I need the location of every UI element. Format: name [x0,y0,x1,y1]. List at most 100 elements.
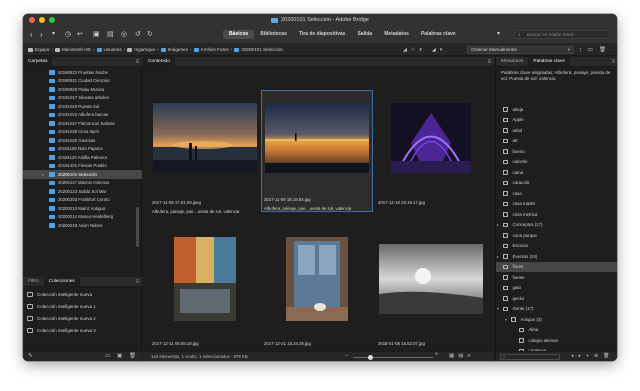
keyword-checkbox[interactable] [503,285,508,290]
keyword-checkbox[interactable] [503,117,508,122]
keyword-checkbox[interactable] [503,191,508,196]
boomerang-icon[interactable]: ↩ [77,29,83,40]
forward-icon[interactable]: › [40,29,43,40]
workspace-tab-salida[interactable]: Salida [351,30,378,39]
keyword-item[interactable]: casa madre [496,199,617,210]
trash-icon[interactable]: 🗑︎ [129,353,136,359]
keyword-item[interactable]: abeja [496,104,617,115]
thumbnail-item[interactable]: 2017-12-11 09.59.18.jpg [149,234,261,346]
keyword-checkbox[interactable] [503,159,508,164]
thumbnail-item-selected[interactable]: 2017-11-09 18.19.54.jpg Albufera, paisaj… [261,90,373,212]
thumbnail-image[interactable] [149,93,261,183]
breadcrumb-current[interactable]: 20200101 Seleccion [234,47,283,52]
new-folder-icon[interactable]: ▭ [588,46,593,54]
tab-filtro[interactable]: Filtro [23,277,44,286]
workspace-tab-metadatos[interactable]: Metadatos [378,30,415,39]
keyword-checkbox[interactable] [503,107,508,112]
folder-item[interactable]: 20190823 Pruebas Noche [23,68,142,77]
keyword-checkbox[interactable] [503,264,508,269]
rating-filter-icon[interactable]: ☆ [411,47,415,53]
keyword-item[interactable]: cinta metrica [496,209,617,220]
collection-item[interactable]: Colección inteligente nueva [23,288,142,300]
folder-item[interactable]: 20200218 Avion Nubes [23,221,142,230]
thumbnail-image[interactable] [375,234,487,324]
breadcrumb-user[interactable]: mgarrique [127,47,155,52]
keyword-item[interactable]: calcetin [496,157,617,168]
keyword-item[interactable]: ▸ Eventos (24) [496,251,617,262]
folder-item[interactable]: 20200123 Salida Sol Mar [23,187,142,196]
back-icon[interactable]: ‹ [30,29,33,40]
keyword-item[interactable]: gecko [496,293,617,304]
tab-palabras-clave[interactable]: Palabras clave [528,57,570,66]
folder-item[interactable]: 20191120 Ardilla Palmera [23,153,142,162]
rotate-right-icon[interactable]: ↻ [147,29,153,40]
chevron-down-icon[interactable]: ▾ [440,47,443,53]
edit-icon[interactable]: ✎ [28,353,33,359]
thumbnail-item[interactable]: 2017-12-21 15.24.25.jpg [261,234,373,346]
workspace-tab-basicos[interactable]: Básicos [223,30,255,39]
folder-item[interactable]: 20190921 Ciudad Ciencias [23,77,142,86]
trash-icon[interactable]: 🗑︎ [599,46,606,54]
keyword-checkbox[interactable] [503,128,508,133]
details-view-icon[interactable]: ▤ [458,353,463,359]
keyword-item[interactable]: colegio aleman [496,335,617,346]
keyword-checkbox[interactable] [503,149,508,154]
new-keyword-icon[interactable]: + [586,353,589,359]
folder-scrollbar[interactable] [136,207,139,247]
folder-item[interactable]: 20200214 Museo Heidelberg [23,213,142,222]
keyword-item[interactable]: cuna parque [496,230,617,241]
keyword-checkbox[interactable] [503,222,508,227]
history-icon[interactable]: ◷ [65,29,71,40]
new-collection-icon[interactable]: ▭ [105,353,110,359]
previous-icon[interactable]: ◂ [571,353,574,359]
expand-icon[interactable]: ▸ [497,222,499,227]
new-smart-collection-icon[interactable]: ▣ [117,353,122,359]
keyword-checkbox[interactable] [503,254,508,259]
keyword-item[interactable]: cama [496,167,617,178]
workspace-menu-icon[interactable]: ▾ [497,29,500,40]
keyword-checkbox[interactable] [503,306,508,311]
breadcrumb-archivo-fotos[interactable]: Archivo Fotos [193,47,229,52]
keyword-item[interactable]: flores [496,261,617,272]
filter-icon[interactable]: ◢ [432,47,436,53]
trash-icon[interactable]: 🗑︎ [603,353,609,359]
folder-item[interactable]: 20190929 Palau Musica [23,85,142,94]
sort-direction-icon[interactable]: ↑ [579,46,582,54]
workspace-tab-tira[interactable]: Tira de diapositivas [293,30,352,39]
panel-menu-icon[interactable]: ≡ [135,57,139,67]
new-subkeyword-icon[interactable]: ⊕ [594,353,598,359]
keyword-item[interactable]: Alina [496,325,617,336]
thumbnail-item[interactable]: 2017-11-09 17.51.09.jpeg Albufera, paisa… [149,93,261,214]
folder-item[interactable]: 20200210 Mainz Antiguo [23,204,142,213]
minimize-window-button[interactable] [39,17,45,23]
folder-item[interactable]: 20191030 Gaviotas [23,136,142,145]
expand-icon[interactable]: ▸ [42,172,44,177]
keyword-item[interactable]: Apple [496,115,617,126]
zoom-window-button[interactable] [49,17,55,23]
keyword-checkbox[interactable] [503,201,508,206]
stock-search-input[interactable]: ⌕ Buscar en Adobe Stock [514,30,610,39]
refine-icon[interactable]: ▤ [107,29,114,40]
thumbnail-image[interactable] [375,93,487,183]
expand-icon[interactable]: ▾ [497,306,499,311]
breadcrumb-usuarios[interactable]: Usuarios [96,47,122,52]
open-in-camera-raw-icon[interactable]: ◎ [121,29,127,40]
keyword-checkbox[interactable] [519,338,524,343]
tab-carpetas[interactable]: Carpetas [23,57,53,66]
thumbnail-item[interactable]: 2017-12-10 20.18.17.jpg [375,93,487,205]
keyword-item[interactable]: gato [496,283,617,294]
keyword-item[interactable]: art [496,136,617,147]
folder-item[interactable]: 20191108 Nido Pajaros [23,145,142,154]
chevron-down-icon[interactable]: ▾ [419,47,422,53]
keyword-item[interactable]: ▾ Gente (17) [496,304,617,315]
tab-colecciones[interactable]: Colecciones [43,277,80,286]
keyword-item[interactable]: fuente [496,272,617,283]
slider-knob[interactable] [368,354,373,360]
folder-item[interactable]: 20191027 Flamencos Salinas [23,119,142,128]
thumbnail-image[interactable] [261,93,373,183]
keyword-checkbox[interactable] [503,275,508,280]
keyword-checkbox[interactable] [503,180,508,185]
workspace-tab-palabras-clave[interactable]: Palabras clave [415,30,462,39]
keyword-checkbox[interactable] [511,317,516,322]
folder-item[interactable]: 20191020 Puesta Sol [23,102,142,111]
